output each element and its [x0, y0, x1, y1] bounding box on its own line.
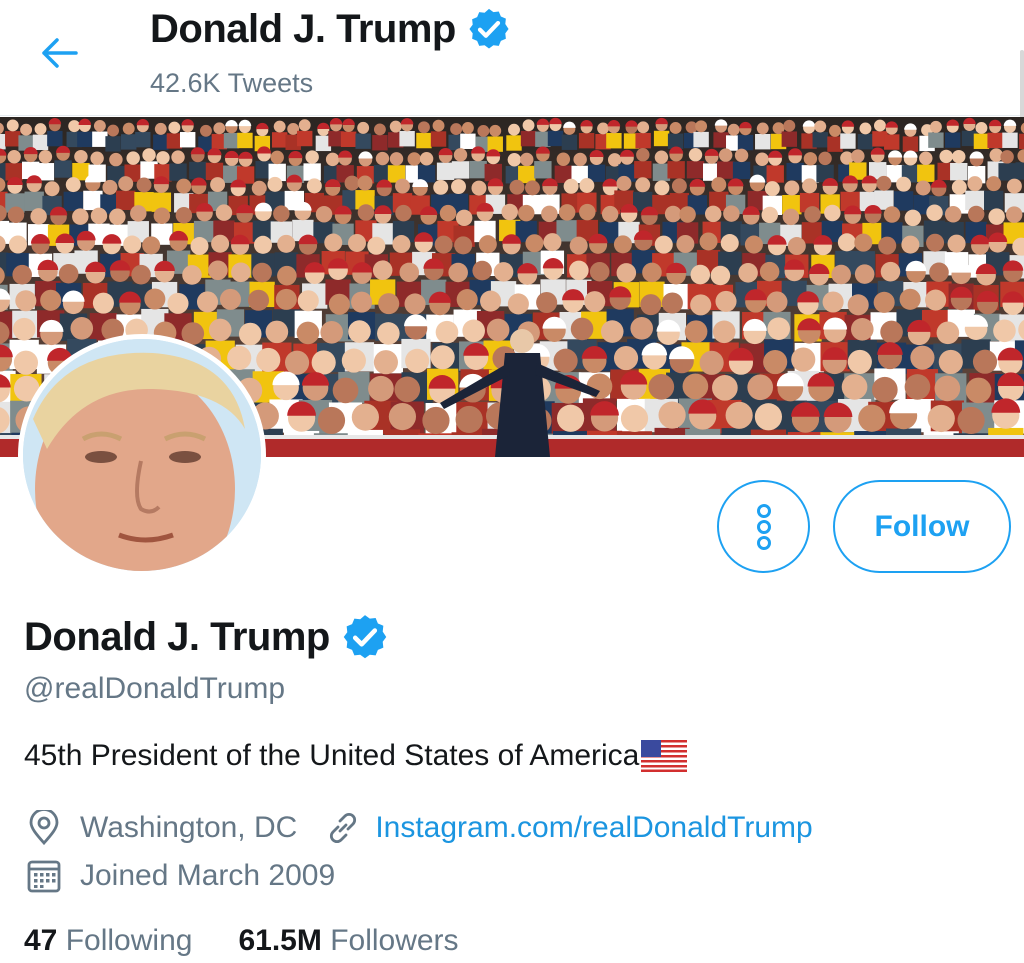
follow-button[interactable]: Follow: [833, 480, 1011, 573]
following-stat[interactable]: 47 Following: [24, 924, 192, 958]
bio-text: 45th President of the United States of A…: [24, 739, 640, 772]
location-text: Washington, DC: [80, 811, 298, 844]
profile-name: Donald J. Trump: [24, 612, 390, 662]
profile-header: Donald J. Trump 42.6K Tweets: [0, 0, 1024, 130]
avatar[interactable]: [18, 334, 266, 576]
more-vertical-icon: [756, 503, 771, 550]
followers-stat[interactable]: 61.5M Followers: [238, 924, 458, 958]
avatar-image: [23, 339, 261, 571]
joined-row: Joined March 2009: [24, 856, 335, 896]
verified-badge-icon: [466, 6, 512, 52]
profile-handle: @realDonaldTrump: [24, 672, 286, 705]
arrow-left-icon: [42, 38, 78, 68]
back-button[interactable]: [34, 30, 84, 76]
followers-label: Followers: [330, 924, 459, 957]
following-label: Following: [65, 924, 193, 957]
profile-meta-row: Washington, DC Instagram.com/realDonaldT…: [24, 808, 813, 848]
following-count: 47: [24, 924, 58, 957]
joined-text: Joined March 2009: [80, 859, 336, 892]
tweet-count: 42.6K Tweets: [150, 68, 314, 98]
us-flag-icon: [641, 740, 688, 772]
more-options-button[interactable]: [717, 480, 810, 573]
profile-name-text: Donald J. Trump: [24, 614, 330, 659]
header-name-text: Donald J. Trump: [150, 6, 456, 51]
website-link[interactable]: Instagram.com/realDonaldTrump: [375, 811, 812, 845]
followers-count: 61.5M: [238, 924, 322, 957]
verified-badge-icon: [340, 612, 390, 662]
header-title: Donald J. Trump: [150, 6, 512, 52]
link-icon: [323, 808, 363, 848]
profile-stats: 47 Following 61.5M Followers: [24, 924, 459, 958]
location-pin-icon: [24, 808, 64, 848]
profile-bio: 45th President of the United States of A…: [24, 739, 688, 773]
calendar-icon: [24, 856, 64, 896]
